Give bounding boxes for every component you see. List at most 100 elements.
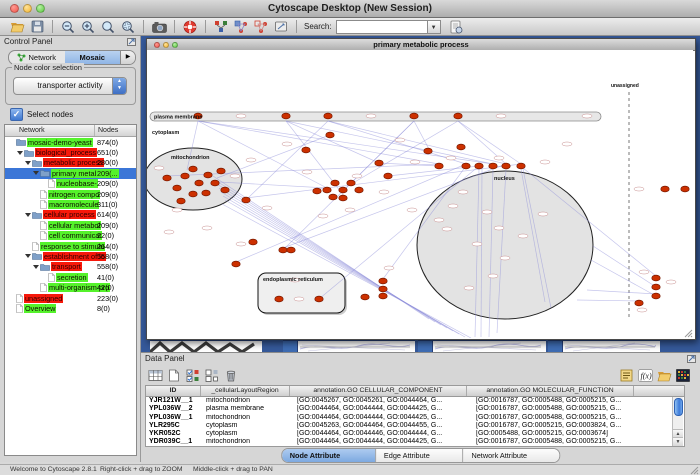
tree-row[interactable]: response to stimulu264(0) — [5, 241, 136, 251]
network-node[interactable] — [435, 163, 443, 169]
disclosure-triangle-icon[interactable] — [33, 265, 39, 269]
network-node[interactable] — [661, 186, 669, 192]
network-node[interactable] — [652, 293, 660, 299]
network-node[interactable] — [173, 185, 181, 191]
network-node[interactable] — [635, 300, 643, 306]
network-node[interactable] — [652, 284, 660, 290]
tree-header-network[interactable]: Network — [5, 125, 95, 136]
tree-row[interactable]: nitrogen compo209(0) — [5, 189, 136, 199]
tree-row[interactable]: multi-organism pro42(0) — [5, 282, 136, 292]
network-edge[interactable] — [286, 121, 379, 163]
table-row[interactable]: YPL036W__1mitochondrion[GO:0044464, GO:0… — [146, 414, 684, 422]
network-node[interactable] — [287, 247, 295, 253]
network-node[interactable] — [339, 195, 347, 201]
disclosure-triangle-icon[interactable] — [33, 171, 39, 175]
network-edge[interactable] — [458, 121, 521, 164]
background-window[interactable] — [548, 340, 660, 352]
network-node[interactable] — [457, 144, 465, 150]
tree-row[interactable]: macromolecule311(0) — [5, 199, 136, 209]
zoom-out-icon[interactable] — [60, 19, 76, 35]
save-session-icon[interactable] — [29, 19, 45, 35]
network-node[interactable] — [375, 160, 383, 166]
network-node[interactable] — [315, 296, 323, 302]
network-node[interactable] — [652, 275, 660, 281]
table-row[interactable]: YKR052Ccytoplasm[GO:0044464, GO:0044446,… — [146, 430, 684, 438]
network-node[interactable] — [275, 296, 283, 302]
network-node[interactable] — [221, 187, 229, 193]
float-data-panel-icon[interactable] — [687, 355, 696, 363]
tree-row[interactable]: mosaic-demo-yeast874(0) — [5, 137, 136, 147]
network-edge[interactable] — [577, 300, 639, 301]
heatmap-icon[interactable] — [675, 368, 691, 383]
network-node[interactable] — [313, 188, 321, 194]
tree-row[interactable]: cell communicat22(0) — [5, 231, 136, 241]
tree-row[interactable]: metabolic process280(0) — [5, 158, 136, 168]
edit-network-icon[interactable] — [233, 19, 249, 35]
network-canvas[interactable]: plasma membranecytoplasmmitochondrionnuc… — [147, 50, 693, 338]
tab-overflow-button[interactable]: ▶ — [120, 51, 135, 64]
network-node[interactable] — [331, 180, 339, 186]
tab-edge-attribute-browser[interactable]: Edge Attribute Browser — [376, 449, 464, 462]
network-node[interactable] — [282, 113, 290, 119]
network-node[interactable] — [489, 163, 497, 169]
annotation-icon[interactable] — [273, 19, 289, 35]
network-node[interactable] — [410, 113, 418, 119]
disclosure-triangle-icon[interactable] — [25, 254, 31, 258]
network-node[interactable] — [329, 194, 337, 200]
network-node[interactable] — [232, 261, 240, 267]
network-node[interactable] — [339, 187, 347, 193]
vizmapper-icon[interactable] — [213, 19, 229, 35]
disclosure-triangle-icon[interactable] — [17, 151, 23, 155]
network-node[interactable] — [326, 132, 334, 138]
network-node[interactable] — [189, 191, 197, 197]
network-node[interactable] — [502, 163, 510, 169]
network-node[interactable] — [347, 180, 355, 186]
close-button[interactable] — [10, 4, 19, 13]
minimize-button[interactable] — [23, 4, 32, 13]
new-attribute-icon[interactable] — [166, 368, 182, 383]
zoom-selected-icon[interactable] — [120, 19, 136, 35]
tree-row[interactable]: cellular process614(0) — [5, 210, 136, 220]
tab-node-attribute-browser[interactable]: Node Attribute Browser — [282, 449, 376, 462]
tree-row[interactable]: primary metabo209(... — [5, 168, 136, 178]
tree-header-nodes[interactable]: Nodes — [95, 125, 136, 136]
network-node[interactable] — [249, 239, 257, 245]
function-builder-icon[interactable]: f(x) — [637, 368, 653, 383]
network-node[interactable] — [189, 166, 197, 172]
table-row[interactable]: YDR039C__1mitochondrion[GO:0044464, GO:0… — [146, 438, 684, 446]
tree-row[interactable]: biological_process651(0) — [5, 147, 136, 157]
tree-row[interactable]: unassigned223(0) — [5, 293, 136, 303]
column-header[interactable]: annotation.GO CELLULAR_COMPONENT — [290, 386, 467, 396]
network-node[interactable] — [379, 278, 387, 284]
network-node[interactable] — [379, 286, 387, 292]
column-header[interactable]: annotation.GO MOLECULAR_FUNCTION — [467, 386, 634, 396]
network-edge[interactable] — [328, 121, 506, 164]
network-node[interactable] — [323, 187, 331, 193]
tree-row[interactable]: Overview8(0) — [5, 303, 136, 313]
tree-row[interactable]: nucleobase-209(0) — [5, 179, 136, 189]
scrollbar-thumb[interactable] — [674, 398, 683, 416]
open-file-icon[interactable] — [9, 19, 25, 35]
network-node[interactable] — [475, 163, 483, 169]
network-node[interactable] — [454, 113, 462, 119]
network-node[interactable] — [195, 180, 203, 186]
network-node[interactable] — [177, 198, 185, 204]
network-window-zoom-button[interactable] — [172, 42, 178, 48]
attribute-list-icon[interactable] — [618, 368, 634, 383]
network-node[interactable] — [242, 197, 250, 203]
disclosure-triangle-icon[interactable] — [25, 213, 31, 217]
table-row[interactable]: YPL036W__2plasma membrane[GO:0044464, GO… — [146, 405, 684, 413]
network-node[interactable] — [202, 190, 210, 196]
table-row[interactable]: YLR295Ccytoplasm[GO:0045263, GO:0044464,… — [146, 422, 684, 430]
network-node[interactable] — [211, 180, 219, 186]
network-window-close-button[interactable] — [154, 42, 160, 48]
network-graph[interactable]: plasma membranecytoplasmmitochondrionnuc… — [147, 50, 693, 338]
network-window-minimize-button[interactable] — [163, 42, 169, 48]
network-node[interactable] — [163, 175, 171, 181]
network-node[interactable] — [302, 147, 310, 153]
import-attributes-icon[interactable] — [656, 368, 672, 383]
search-dropdown-button[interactable]: ▼ — [428, 20, 441, 34]
tree-row[interactable]: cellular metabol209(0) — [5, 220, 136, 230]
tab-network-attribute-browser[interactable]: Network Attribute Browser — [463, 449, 559, 462]
snapshot-icon[interactable] — [151, 19, 167, 35]
